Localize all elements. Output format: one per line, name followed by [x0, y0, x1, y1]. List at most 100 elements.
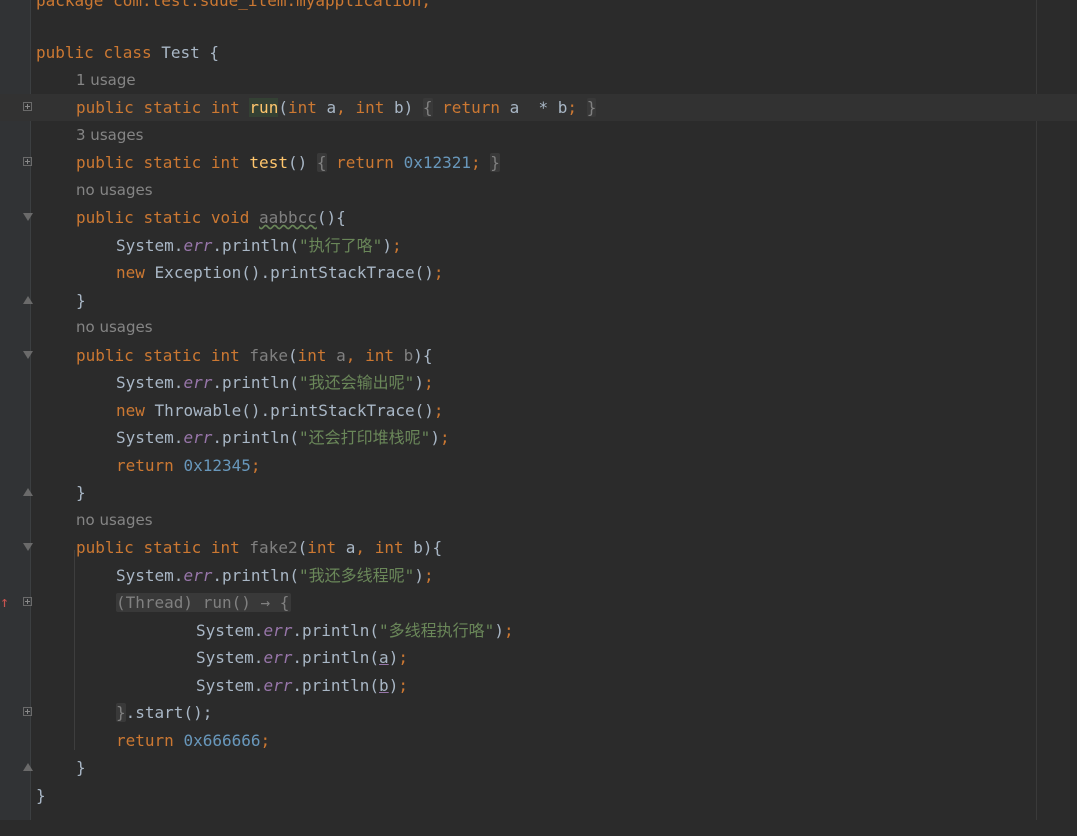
keyword: int: [297, 346, 327, 365]
fold-end-icon[interactable]: [23, 488, 33, 496]
method-call: .println(: [212, 373, 300, 392]
number-literal: 0x666666: [183, 731, 261, 750]
keyword: public: [76, 98, 134, 117]
usage-hint[interactable]: no usages: [0, 507, 1077, 534]
folded-brace[interactable]: }: [490, 153, 500, 172]
usage-hint[interactable]: 3 usages: [0, 122, 1077, 149]
folded-brace[interactable]: }: [586, 98, 597, 117]
folded-brace[interactable]: {: [316, 153, 327, 172]
class-ref: System.: [116, 236, 184, 255]
expression: a * b: [509, 98, 568, 117]
code-line-test: public static int test() { return 0x1232…: [0, 149, 1077, 176]
string-literal: "我还多线程呢": [299, 566, 415, 585]
method-name-fake2[interactable]: fake2: [249, 538, 297, 557]
param: a: [345, 538, 356, 557]
keyword: int: [210, 346, 240, 365]
fold-end-icon[interactable]: [23, 296, 33, 304]
usage-hint[interactable]: no usages: [0, 314, 1077, 341]
usage-hint-label[interactable]: no usages: [76, 507, 153, 534]
method-name-test[interactable]: test: [249, 153, 288, 172]
code-line: System.err.println("我还多线程呢");: [116, 566, 434, 585]
number-literal: 0x12345: [183, 456, 251, 475]
code-line-aabbcc: public static void aabbcc(){: [0, 204, 1077, 231]
fold-end-icon[interactable]: [23, 763, 33, 771]
code-line: System.err.println("多线程执行咯");: [196, 621, 514, 640]
method-name-fake[interactable]: fake: [249, 346, 288, 365]
class-ref: System.: [196, 676, 264, 695]
code-line-run: public static int run(int a, int b) { re…: [0, 94, 1077, 121]
field-err: err: [183, 373, 213, 392]
param: b: [413, 538, 423, 557]
usage-hint[interactable]: no usages: [0, 177, 1077, 204]
param: b: [403, 346, 414, 365]
keyword: int: [355, 98, 385, 117]
expression: Exception().printStackTrace(): [154, 263, 434, 282]
keyword: return: [336, 153, 394, 172]
method-call: .println(: [212, 428, 300, 447]
package-statement: package com.test.sdue_item.myapplication…: [36, 0, 431, 10]
code-line-class-decl: public class Test {: [0, 39, 1077, 66]
code-line: return 0x666666;: [116, 731, 271, 750]
keyword: int: [365, 346, 394, 365]
keyword: new: [116, 401, 145, 420]
string-literal: "执行了咯": [299, 236, 383, 255]
usage-hint[interactable]: 1 usage: [0, 67, 1077, 94]
keyword: public: [76, 346, 134, 365]
field-err: err: [183, 428, 213, 447]
method-call: .println(: [212, 566, 300, 585]
string-literal: "还会打印堆栈呢": [299, 428, 431, 447]
keyword: int: [210, 538, 240, 557]
method-call: .println(: [292, 621, 380, 640]
keyword: int: [210, 153, 240, 172]
fold-collapse-icon[interactable]: [23, 543, 33, 551]
folded-lambda[interactable]: (Thread) run() → {: [116, 593, 292, 612]
class-ref: System.: [116, 373, 184, 392]
fold-collapse-icon[interactable]: [23, 213, 33, 221]
fold-expand-icon[interactable]: [23, 707, 32, 716]
class-ref: System.: [116, 566, 184, 585]
method-call: .println(: [212, 236, 300, 255]
code-line: System.err.println("执行了咯");: [116, 236, 402, 255]
field-err: err: [263, 648, 293, 667]
keyword: int: [210, 98, 240, 117]
keyword: public: [76, 538, 134, 557]
fold-collapse-icon[interactable]: [23, 351, 33, 359]
code-line-fake2: public static int fake2(int a, int b){: [0, 534, 1077, 561]
param: b: [393, 98, 404, 117]
code-line-package: package com.test.sdue_item.myapplication…: [0, 0, 1077, 14]
code-line: }: [0, 479, 1077, 506]
code-line: System.err.println("还会打印堆栈呢");: [116, 428, 450, 447]
fold-expand-icon[interactable]: [23, 157, 32, 166]
code-line: System.err.println(b);: [196, 676, 408, 695]
code-line: }: [0, 287, 1077, 314]
code-line: return 0x12345;: [116, 456, 261, 475]
field-err: err: [263, 621, 293, 640]
usage-hint-label[interactable]: no usages: [76, 177, 153, 204]
keyword: class: [103, 43, 152, 62]
fold-expand-icon[interactable]: [23, 597, 32, 606]
keyword: static: [143, 153, 202, 172]
usage-hint-label[interactable]: 1 usage: [76, 67, 136, 94]
keyword: void: [210, 208, 250, 227]
class-ref: System.: [196, 648, 264, 667]
keyword: int: [374, 538, 404, 557]
class-name: Test: [161, 43, 200, 62]
code-line-lambda: ↑ (Thread) run() → {: [0, 589, 1077, 616]
captured-var: a: [379, 648, 389, 667]
folded-brace[interactable]: {: [422, 98, 433, 117]
param: a: [326, 98, 337, 117]
class-ref: System.: [116, 428, 184, 447]
keyword: static: [143, 538, 202, 557]
code-line: System.err.println(a);: [196, 648, 408, 667]
method-name-aabbcc[interactable]: aabbcc: [259, 208, 317, 227]
keyword: public: [36, 43, 94, 62]
method-name-run[interactable]: run: [249, 98, 279, 117]
code-line-class-end: }: [36, 786, 46, 805]
string-literal: "多线程执行咯": [379, 621, 495, 640]
keyword: public: [76, 153, 134, 172]
fold-expand-icon[interactable]: [23, 102, 32, 111]
debug-arrow-icon[interactable]: ↑: [0, 589, 9, 616]
usage-hint-label[interactable]: no usages: [76, 314, 153, 341]
usage-hint-label[interactable]: 3 usages: [76, 122, 143, 149]
folded-brace[interactable]: }: [116, 703, 126, 722]
